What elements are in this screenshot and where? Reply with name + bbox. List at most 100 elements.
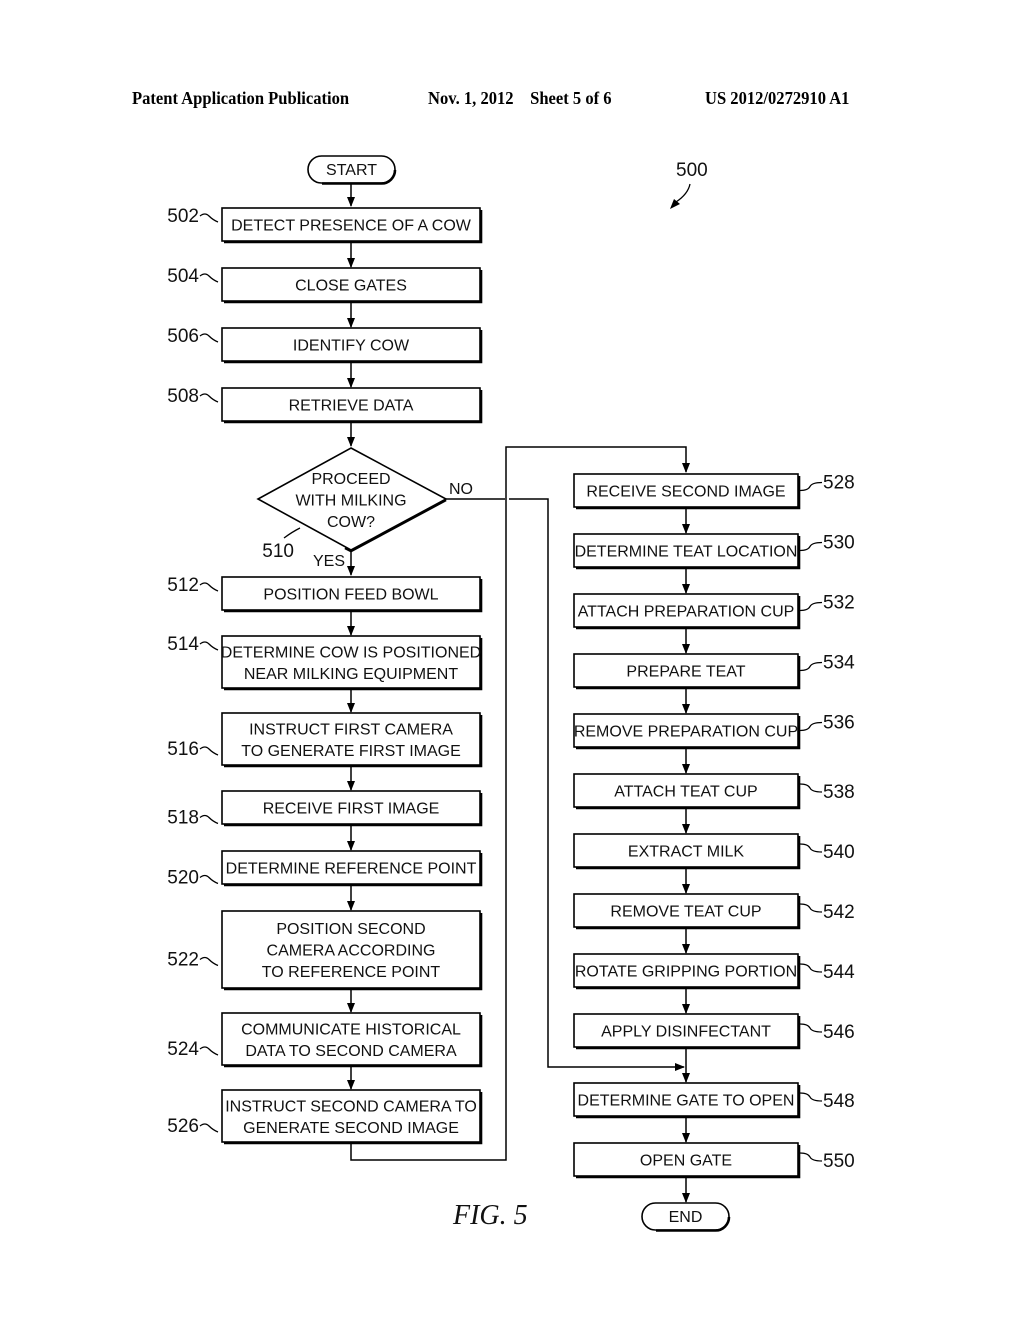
arrowhead <box>347 1080 355 1090</box>
arrowhead <box>682 824 690 834</box>
step-text: DETERMINE COW IS POSITIONED <box>221 644 481 661</box>
arrowhead <box>682 463 690 473</box>
ref-leader-line <box>199 273 219 283</box>
step-ref-number: 524 <box>167 1039 199 1060</box>
step-ref-number: 520 <box>167 868 199 889</box>
ref-leader-line <box>799 661 823 672</box>
step-text: CLOSE GATES <box>295 278 407 295</box>
arrowhead <box>347 1003 355 1013</box>
arrowhead <box>682 524 690 534</box>
ref-leader-line <box>799 903 823 913</box>
step-ref-number: 502 <box>167 206 199 227</box>
arrowhead <box>347 437 355 447</box>
step-text: TO GENERATE FIRST IMAGE <box>241 743 461 760</box>
decision-ref-number: 510 <box>262 541 294 562</box>
step-text: PREPARE TEAT <box>626 664 745 681</box>
step-ref-number: 538 <box>823 782 855 803</box>
step-text: DETERMINE GATE TO OPEN <box>578 1093 795 1110</box>
figure-caption: FIG. 5 <box>452 1200 528 1231</box>
arrowhead <box>682 1133 690 1143</box>
ref-leader-line <box>199 1046 219 1056</box>
ref-leader-line <box>799 963 823 973</box>
step-text: RECEIVE SECOND IMAGE <box>586 484 785 501</box>
step-ref-number: 534 <box>823 653 855 674</box>
step-text: INSTRUCT FIRST CAMERA <box>249 721 453 738</box>
no-label: NO <box>449 481 473 498</box>
step-ref-number: 546 <box>823 1022 855 1043</box>
step-text: POSITION FEED BOWL <box>263 587 438 604</box>
arrowhead <box>682 584 690 594</box>
arrowhead <box>675 1063 685 1071</box>
ref-leader-line <box>199 393 219 403</box>
start-label: START <box>326 162 377 179</box>
step-ref-number: 536 <box>823 713 855 734</box>
ref-leader-line <box>199 1123 219 1133</box>
arrowhead <box>347 378 355 388</box>
step-ref-number: 540 <box>823 842 855 863</box>
decision-text: WITH MILKING <box>295 493 406 510</box>
arrowhead <box>682 644 690 654</box>
ref-leader-line <box>799 601 823 612</box>
decision-text: PROCEED <box>311 471 390 488</box>
end-label: END <box>669 1209 703 1226</box>
step-text: REMOVE TEAT CUP <box>610 904 761 921</box>
arrowhead <box>682 1004 690 1014</box>
ref-leader-line <box>199 956 219 967</box>
step-text: COMMUNICATE HISTORICAL <box>241 1021 461 1038</box>
ref-leader-line <box>199 874 219 885</box>
arrowhead <box>682 764 690 774</box>
step-ref-number: 526 <box>167 1116 199 1137</box>
step-ref-number: 528 <box>823 473 855 494</box>
step-ref-number: 544 <box>823 962 855 983</box>
arrowhead <box>682 1193 690 1203</box>
step-text: DATA TO SECOND CAMERA <box>245 1043 457 1060</box>
ref-leader-line <box>799 843 823 853</box>
ref-leader-line <box>199 814 219 825</box>
step-text: ATTACH PREPARATION CUP <box>578 604 795 621</box>
ref-leader-line <box>799 481 823 492</box>
step-ref-number: 522 <box>167 950 199 971</box>
ref-leader-line <box>199 746 219 756</box>
step-text: TO REFERENCE POINT <box>262 964 441 981</box>
ref-leader-line <box>799 783 823 793</box>
ref-leader-line <box>799 1023 823 1033</box>
step-text: GENERATE SECOND IMAGE <box>243 1120 459 1137</box>
step-ref-number: 532 <box>823 593 855 614</box>
step-text: ROTATE GRIPPING PORTION <box>575 964 797 981</box>
step-text: DETECT PRESENCE OF A COW <box>231 218 472 235</box>
step-ref-number: 512 <box>167 575 199 596</box>
figure-ref-number: 500 <box>676 160 708 181</box>
step-ref-number: 504 <box>167 266 199 287</box>
arrowhead <box>347 566 355 576</box>
step-text: NEAR MILKING EQUIPMENT <box>244 666 458 683</box>
decision-text: COW? <box>327 514 375 531</box>
ref-leader-line <box>199 213 219 223</box>
step-ref-number: 516 <box>167 739 199 760</box>
arrowhead <box>347 258 355 268</box>
step-text: DETERMINE REFERENCE POINT <box>226 861 477 878</box>
arrowhead <box>347 703 355 713</box>
arrowhead <box>682 704 690 714</box>
ref-leader-line <box>283 527 301 539</box>
arrowhead <box>347 841 355 851</box>
step-ref-number: 514 <box>167 634 199 655</box>
arrowhead <box>682 884 690 894</box>
step-text: DETERMINE TEAT LOCATION <box>575 544 798 561</box>
ref-leader-line <box>799 721 823 732</box>
arrowhead <box>347 197 355 207</box>
ref-leader-line <box>199 641 219 651</box>
ref-leader-line <box>799 1092 823 1102</box>
step-text: EXTRACT MILK <box>628 844 745 861</box>
step-text: RECEIVE FIRST IMAGE <box>263 801 440 818</box>
arrowhead <box>682 944 690 954</box>
arrowhead <box>347 781 355 791</box>
arrowhead <box>347 626 355 636</box>
step-ref-number: 508 <box>167 386 199 407</box>
step-text: REMOVE PREPARATION CUP <box>574 724 798 741</box>
step-ref-number: 550 <box>823 1151 855 1172</box>
step-ref-number: 506 <box>167 326 199 347</box>
ref-leader-line <box>199 333 219 343</box>
figure-ref-leader <box>675 183 691 203</box>
nodes: START DETECT PRESENCE OF A COW CLOSE GATES… <box>221 155 801 1232</box>
step-ref-number: 542 <box>823 902 855 923</box>
